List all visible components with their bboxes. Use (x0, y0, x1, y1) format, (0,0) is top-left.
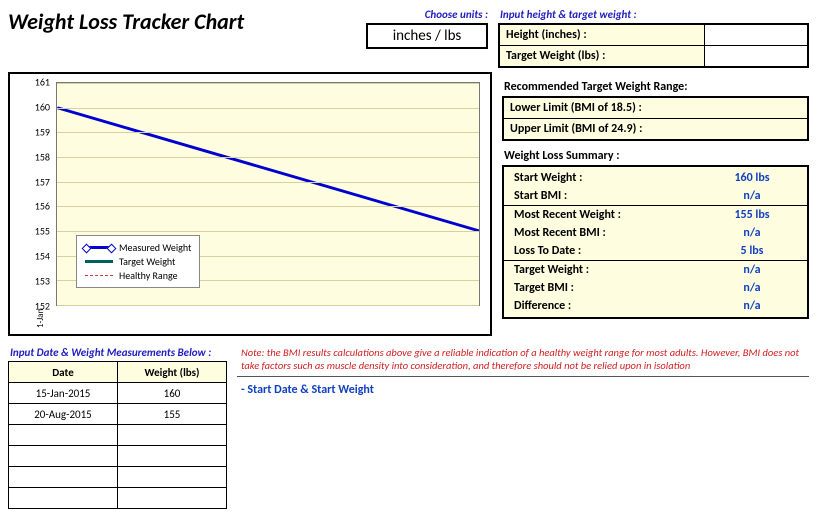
y-tick: 154 (10, 250, 50, 263)
summary-label-6: Target BMI : (514, 281, 707, 295)
summary-label-5: Target Weight : (514, 263, 707, 277)
table-row (9, 467, 227, 488)
legend-swatch-measured (85, 246, 113, 249)
summary-label-1: Start BMI : (514, 189, 707, 203)
units-select[interactable]: inches / lbs (366, 23, 488, 49)
measurements-table: Date Weight (lbs) 15-Jan-2015160 20-Aug-… (8, 361, 227, 509)
summary-value-4: 5 lbs (707, 244, 797, 258)
cell-weight[interactable] (118, 488, 227, 509)
summary-value-3: n/a (707, 226, 797, 240)
summary-value-5: n/a (707, 263, 797, 277)
range-box: Lower Limit (BMI of 18.5) : Upper Limit … (502, 96, 809, 141)
summary-label-7: Difference : (514, 299, 707, 313)
height-input[interactable] (704, 25, 807, 45)
cell-date[interactable] (9, 467, 118, 488)
cell-date[interactable] (9, 425, 118, 446)
summary-value-7: n/a (707, 299, 797, 313)
table-row (9, 425, 227, 446)
y-tick: 155 (10, 225, 50, 238)
table-row: 15-Jan-2015160 (9, 383, 227, 404)
target-weight-input[interactable] (704, 46, 807, 66)
y-tick: 158 (10, 150, 50, 163)
y-tick: 156 (10, 200, 50, 213)
cell-weight[interactable] (118, 425, 227, 446)
summary-box: Start Weight :160 lbs Start BMI :n/a Mos… (502, 165, 809, 319)
summary-label-3: Most Recent BMI : (514, 226, 707, 240)
divider (237, 376, 809, 377)
table-row (9, 446, 227, 467)
summary-value-1: n/a (707, 189, 797, 203)
y-tick: 160 (10, 100, 50, 113)
summary-label-0: Start Weight : (514, 171, 707, 185)
height-target-box: Height (inches) : Target Weight (lbs) : (498, 23, 809, 68)
cell-date[interactable] (9, 488, 118, 509)
weight-chart: 1-Jan Measured Weight Target Weight Heal… (8, 72, 492, 336)
cell-date[interactable]: 20-Aug-2015 (9, 404, 118, 425)
summary-label-2: Most Recent Weight : (514, 208, 707, 222)
units-label: Choose units : (358, 8, 488, 21)
lower-limit-label: Lower Limit (BMI of 18.5) : (504, 98, 807, 119)
table-header-date: Date (9, 362, 118, 383)
range-section-head: Recommended Target Weight Range: (504, 80, 809, 94)
summary-value-0: 160 lbs (707, 171, 797, 185)
cell-weight[interactable]: 160 (118, 383, 227, 404)
legend-swatch-target (85, 260, 113, 263)
legend-label-0: Measured Weight (119, 241, 191, 254)
y-tick: 159 (10, 125, 50, 138)
y-tick: 157 (10, 175, 50, 188)
legend-label-2: Healthy Range (119, 269, 178, 282)
table-row (9, 488, 227, 509)
table-row: 20-Aug-2015155 (9, 404, 227, 425)
measurements-section-head: Input Date & Weight Measurements Below : (10, 346, 227, 359)
cell-date[interactable] (9, 446, 118, 467)
cell-date[interactable]: 15-Jan-2015 (9, 383, 118, 404)
summary-label-4: Loss To Date : (514, 244, 707, 258)
summary-value-2: 155 lbs (707, 208, 797, 222)
chart-legend: Measured Weight Target Weight Healthy Ra… (76, 235, 200, 288)
height-label: Height (inches) : (500, 25, 704, 45)
y-tick: 161 (10, 76, 50, 89)
legend-label-1: Target Weight (119, 255, 175, 268)
input-section-head: Input height & target weight : (500, 8, 809, 21)
page-title: Weight Loss Tracker Chart (8, 8, 348, 35)
legend-swatch-range (85, 275, 113, 276)
y-tick: 153 (10, 275, 50, 288)
table-header-weight: Weight (lbs) (118, 362, 227, 383)
cell-weight[interactable]: 155 (118, 404, 227, 425)
cell-weight[interactable] (118, 467, 227, 488)
start-date-arrow-label: - Start Date & Start Weight (241, 383, 809, 397)
summary-section-head: Weight Loss Summary : (504, 149, 809, 163)
y-tick: 152 (10, 300, 50, 313)
cell-weight[interactable] (118, 446, 227, 467)
upper-limit-label: Upper Limit (BMI of 24.9) : (504, 119, 807, 139)
target-weight-label: Target Weight (lbs) : (500, 46, 704, 66)
summary-value-6: n/a (707, 281, 797, 295)
bmi-note: Note: the BMI results calculations above… (241, 346, 809, 372)
